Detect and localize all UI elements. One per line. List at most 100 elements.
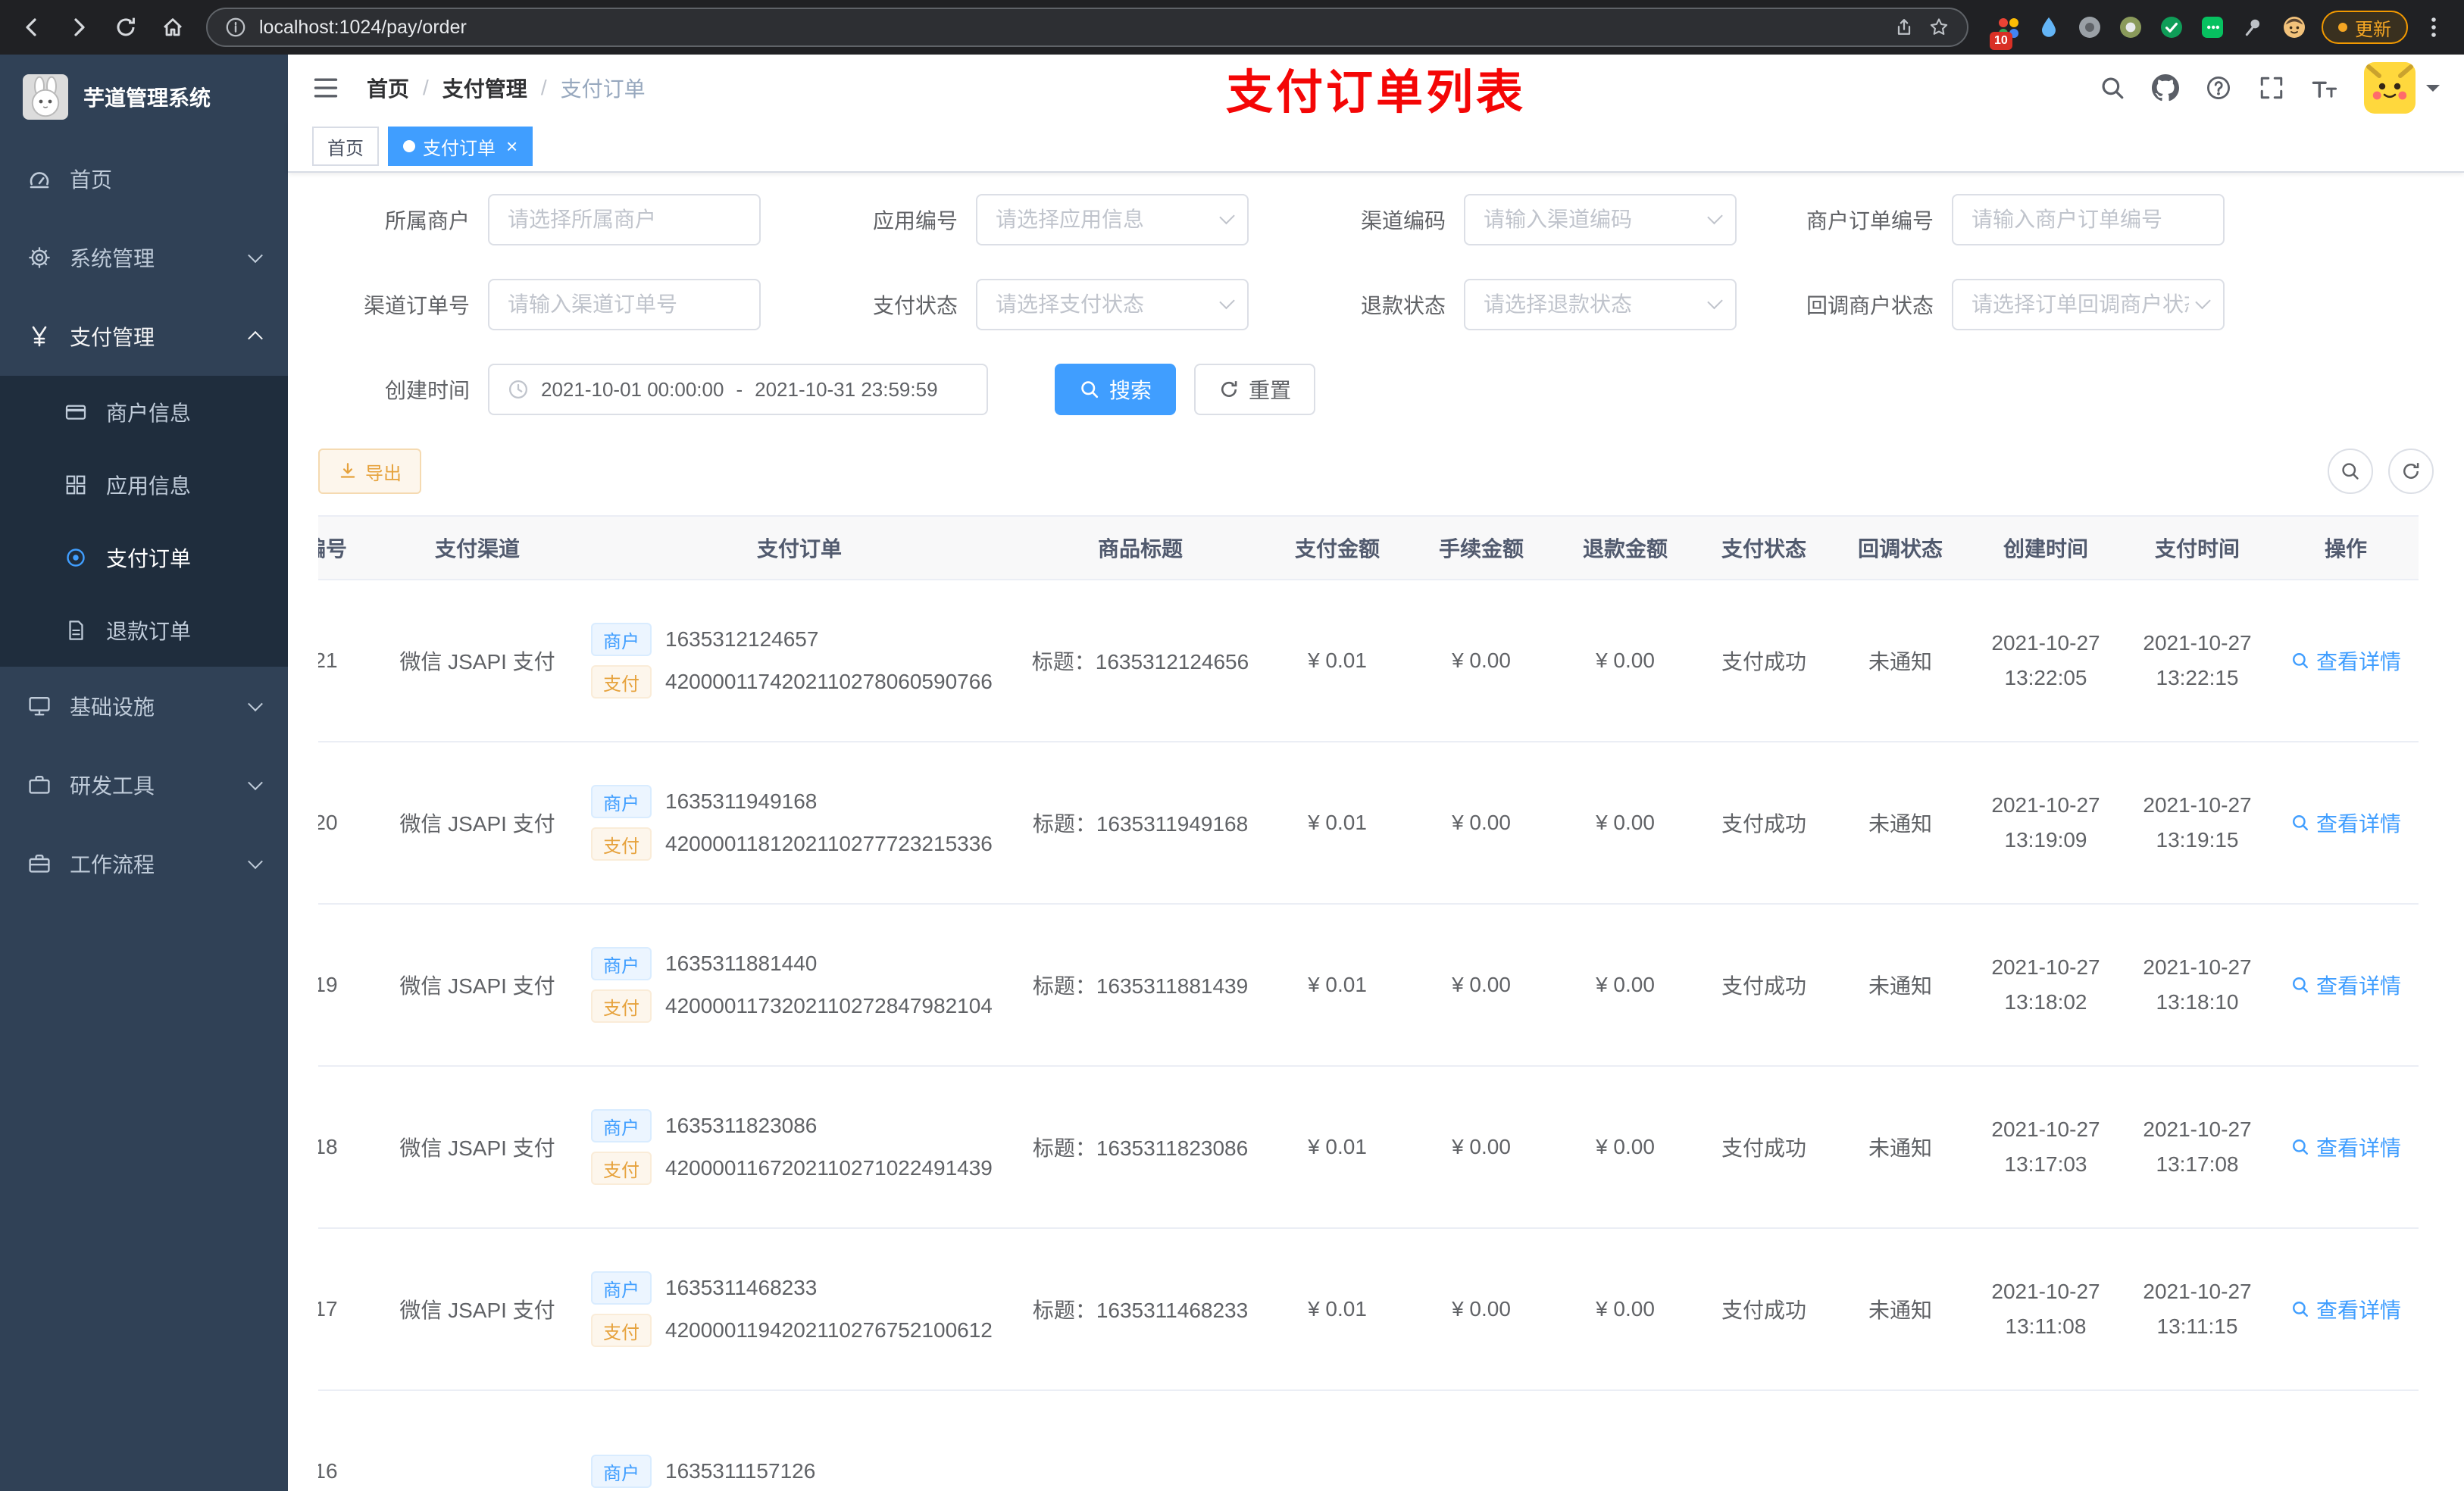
merchant-order-line: 商户 1635312124657	[591, 623, 1008, 656]
app-logo[interactable]: 芋道管理系统	[0, 55, 288, 139]
sidebar-item-devtools[interactable]: 研发工具	[0, 746, 288, 824]
col-title: 商品标题	[1015, 515, 1265, 580]
channel-code-input[interactable]	[1484, 208, 1701, 232]
view-detail-link[interactable]: 查看详情	[2290, 1294, 2401, 1324]
cell-status: 支付成功	[1697, 1066, 1831, 1229]
export-button[interactable]: 导出	[318, 449, 421, 494]
refresh-table-button[interactable]	[2388, 449, 2434, 494]
notify-status-input[interactable]	[1972, 292, 2189, 317]
cell-order: 商户 1635312124657 支付 42000011742021102780…	[583, 580, 1015, 742]
sidebar-item-label: 研发工具	[70, 774, 155, 798]
tab-home[interactable]: 首页	[312, 127, 379, 166]
filter-channel-order-no: 渠道订单号	[318, 279, 761, 330]
filter-channel-code: 渠道编码	[1294, 194, 1737, 245]
cell-fee: ¥ 0.00	[1409, 1228, 1553, 1391]
notify-status-select[interactable]	[1952, 279, 2225, 330]
table-row: 19 微信 JSAPI 支付 商户 1635311881440 支付 42000…	[318, 904, 2419, 1067]
merchant-order-line: 商户 1635311823086	[591, 1109, 1008, 1142]
view-detail-link[interactable]: 查看详情	[2290, 808, 2401, 838]
toolbox-icon	[27, 773, 52, 797]
app-id-select[interactable]	[976, 194, 1249, 245]
cell-status	[1697, 1390, 1831, 1491]
fullscreen-icon[interactable]	[2258, 74, 2285, 102]
sidebar-item-pay-order[interactable]: 支付订单	[0, 521, 288, 594]
help-icon[interactable]	[2205, 74, 2232, 102]
extension-pin-icon[interactable]	[2240, 14, 2267, 41]
channel-code-select[interactable]	[1464, 194, 1737, 245]
cell-refund: ¥ 0.00	[1553, 904, 1697, 1067]
date-range-picker[interactable]: 2021-10-01 00:00:00 - 2021-10-31 23:59:5…	[488, 364, 988, 415]
sidebar-item-merchant-info[interactable]: 商户信息	[0, 376, 288, 449]
sidebar-item-payment[interactable]: 支付管理	[0, 297, 288, 376]
download-icon	[338, 461, 358, 481]
cell-pay-time: 2021-10-27 13:19:15	[2122, 742, 2273, 905]
browser-update-button[interactable]: 更新	[2322, 11, 2408, 44]
tab-pay-order[interactable]: 支付订单 ×	[388, 127, 533, 166]
sidebar-item-refund-order[interactable]: 退款订单	[0, 594, 288, 667]
browser-back-icon[interactable]	[18, 14, 45, 41]
refresh-icon	[1218, 379, 1240, 400]
cell-status: 支付成功	[1697, 742, 1831, 905]
font-size-icon[interactable]	[2311, 74, 2338, 102]
address-bar[interactable]: localhost:1024/pay/order	[206, 8, 1968, 47]
view-detail-link[interactable]: 查看详情	[2290, 970, 2401, 1000]
extension-colordots-icon[interactable]: 10	[1990, 14, 2022, 50]
browser-forward-icon[interactable]	[65, 14, 92, 41]
refund-status-input[interactable]	[1484, 292, 1701, 317]
app-id-input[interactable]	[996, 208, 1213, 232]
filter-create-time: 创建时间 2021-10-01 00:00:00 - 2021-10-31 23…	[318, 364, 988, 415]
breadcrumb-home[interactable]: 首页	[367, 73, 409, 103]
cell-channel: 微信 JSAPI 支付	[371, 1066, 583, 1229]
sidebar-item-app-info[interactable]: 应用信息	[0, 449, 288, 521]
table-row: 16 商户 1635311157126	[318, 1390, 2419, 1491]
menu-fold-icon[interactable]	[312, 74, 339, 102]
pay-status-input[interactable]	[996, 292, 1213, 317]
breadcrumb-section[interactable]: 支付管理	[442, 73, 527, 103]
refund-status-select[interactable]	[1464, 279, 1737, 330]
search-button[interactable]: 搜索	[1055, 364, 1177, 415]
browser-home-icon[interactable]	[159, 14, 186, 41]
github-icon[interactable]	[2152, 74, 2179, 102]
page-root: { "browser": { "url": "localhost:1024/pa…	[0, 0, 2464, 1491]
navbar-actions	[2099, 62, 2440, 114]
bookmark-star-icon[interactable]	[1928, 16, 1950, 39]
close-icon[interactable]: ×	[506, 136, 518, 156]
extension-olive-icon[interactable]	[2117, 14, 2144, 41]
user-menu[interactable]	[2364, 62, 2440, 114]
sidebar-item-workflow[interactable]: 工作流程	[0, 824, 288, 903]
share-icon[interactable]	[1893, 16, 1915, 39]
url-text[interactable]: localhost:1024/pay/order	[259, 17, 1881, 39]
cell-fee: ¥ 0.00	[1409, 904, 1553, 1067]
extension-chat-icon[interactable]	[2199, 14, 2226, 41]
channel-order-no-input[interactable]	[508, 292, 744, 317]
filter-label: 应用编号	[872, 209, 958, 233]
extension-drop-icon[interactable]	[2035, 14, 2062, 41]
cell-status: 支付成功	[1697, 580, 1831, 742]
browser-reload-icon[interactable]	[112, 14, 139, 41]
view-detail-link[interactable]: 查看详情	[2290, 1132, 2401, 1162]
sidebar-item-infra[interactable]: 基础设施	[0, 667, 288, 746]
breadcrumb-separator: /	[540, 76, 547, 99]
cell-id: 17	[318, 1228, 371, 1391]
merchant-tag: 商户	[591, 1455, 652, 1488]
view-detail-link[interactable]: 查看详情	[2290, 645, 2401, 676]
sidebar: 芋道管理系统 首页 系统管理 支付管理 商户信息 应用信息 支付订单 退款订单 …	[0, 55, 288, 1491]
profile-memoji-icon[interactable]	[2281, 14, 2308, 41]
search-icon[interactable]	[2099, 74, 2126, 102]
site-info-icon[interactable]	[224, 16, 247, 39]
browser-menu-icon[interactable]	[2422, 15, 2446, 39]
tags-view-bar: 首页 支付订单 ×	[288, 121, 2464, 173]
cell-refund	[1553, 1390, 1697, 1491]
pay-order-line: 支付 4200001181202110277723215336	[591, 827, 1008, 861]
pay-status-select[interactable]	[976, 279, 1249, 330]
reset-button[interactable]: 重置	[1194, 364, 1316, 415]
col-actions: 操作	[2273, 515, 2419, 580]
sidebar-item-system[interactable]: 系统管理	[0, 218, 288, 297]
cell-create-time	[1970, 1390, 2122, 1491]
extension-gray-icon[interactable]	[2076, 14, 2103, 41]
extension-check-icon[interactable]	[2158, 14, 2185, 41]
toggle-search-button[interactable]	[2328, 449, 2373, 494]
sidebar-item-home[interactable]: 首页	[0, 139, 288, 218]
merchant-order-no-input[interactable]	[1972, 208, 2208, 232]
merchant-input[interactable]	[508, 208, 744, 232]
